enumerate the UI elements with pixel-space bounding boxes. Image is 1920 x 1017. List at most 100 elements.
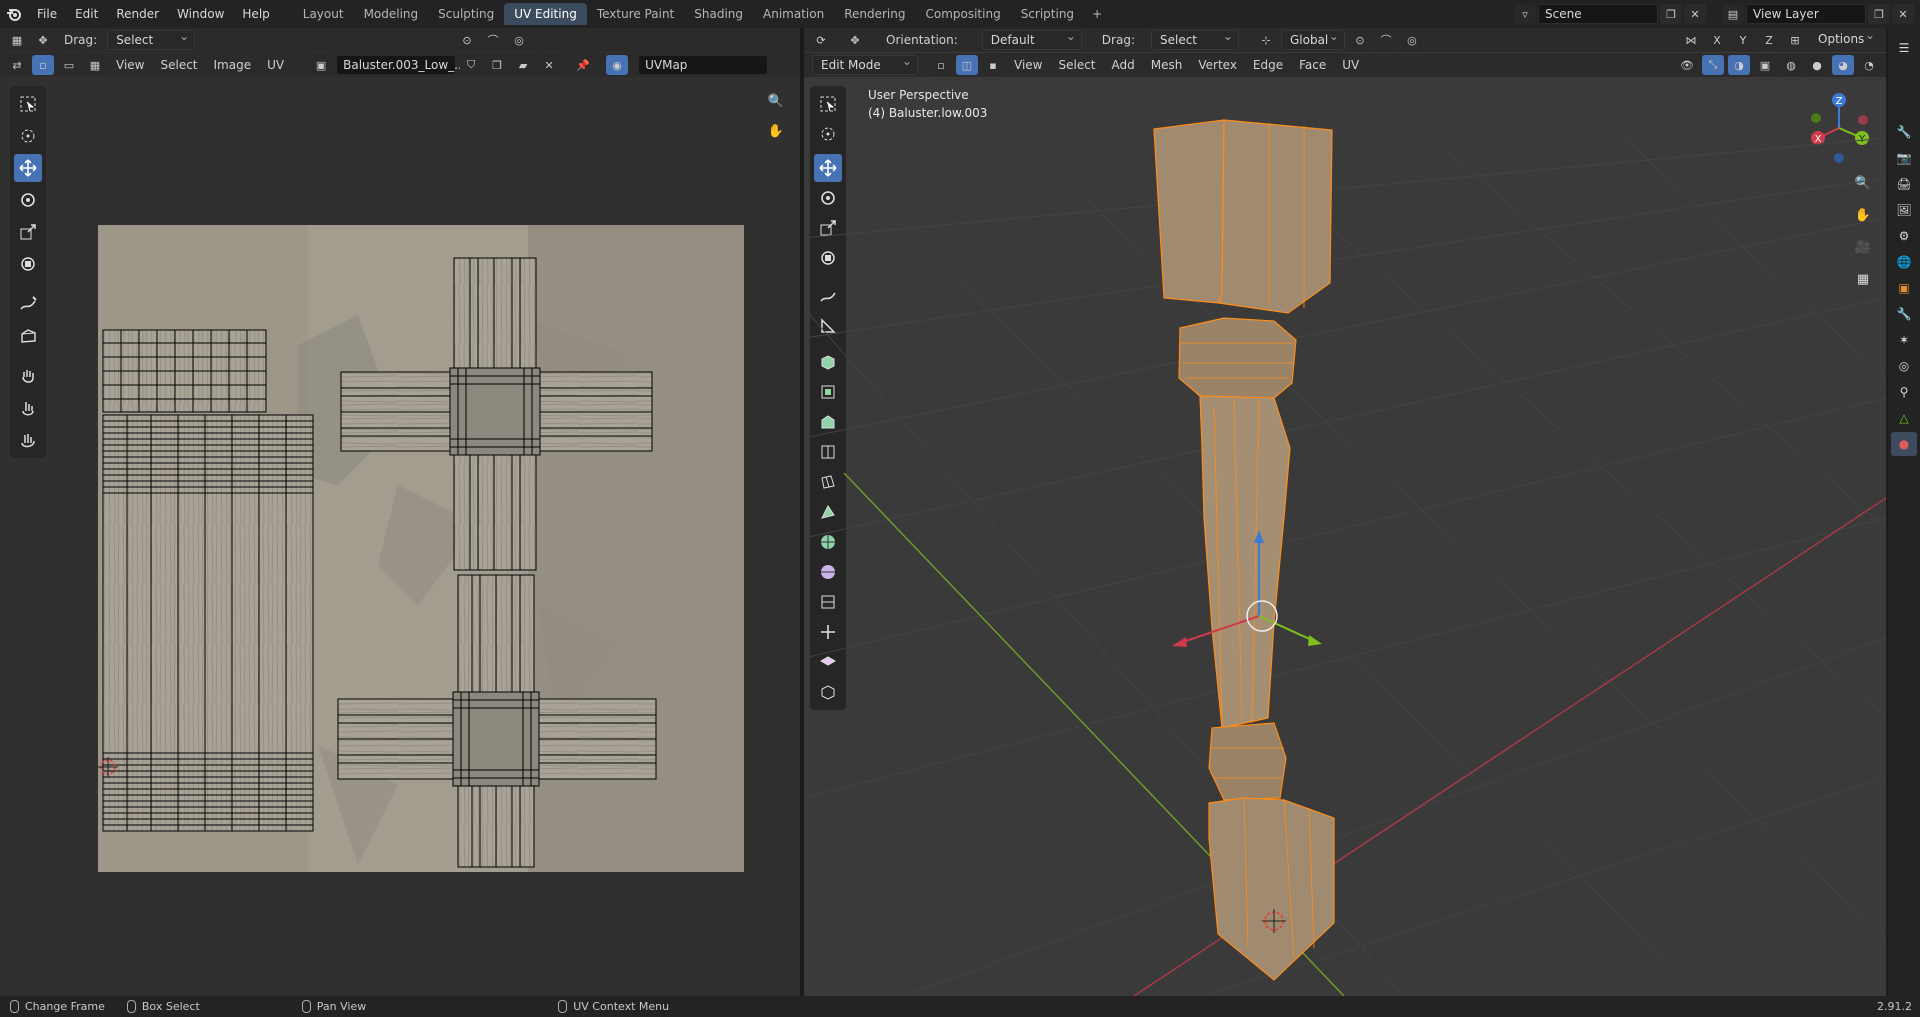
viewport-menu-vertex[interactable]: Vertex (1192, 58, 1243, 72)
rendered-shading-icon[interactable]: ◔ (1858, 55, 1880, 75)
menu-render[interactable]: Render (107, 0, 168, 28)
menu-file[interactable]: File (28, 0, 66, 28)
viewport-proportional-icon[interactable]: ◎ (1400, 30, 1423, 50)
visibility-icon[interactable]: 👁 (1676, 55, 1698, 75)
menu-window[interactable]: Window (168, 0, 233, 28)
overlay-toggle-icon[interactable]: ◑ (1728, 55, 1750, 75)
image-browse-icon[interactable]: ▣ (310, 55, 333, 75)
scale-icon[interactable] (14, 218, 42, 246)
viewport-menu-view[interactable]: View (1008, 58, 1048, 72)
auto-merge-icon[interactable]: ⊞ (1784, 30, 1806, 50)
wireframe-shading-icon[interactable]: ◍ (1780, 55, 1802, 75)
move-icon[interactable] (14, 154, 42, 182)
axis-y-toggle[interactable]: Y (1732, 30, 1754, 50)
viewport-menu-edge[interactable]: Edge (1247, 58, 1289, 72)
scene-browse-icon[interactable]: ▿ (1514, 4, 1536, 24)
viewport-editor-type-icon[interactable]: ⟳ (810, 30, 832, 50)
scene-properties-icon[interactable]: ⚙ (1891, 224, 1917, 248)
material-properties-icon[interactable]: ● (1891, 432, 1917, 456)
zoom-icon[interactable]: 🔍 (763, 88, 789, 114)
annotate-icon[interactable] (14, 290, 42, 318)
tab-compositing[interactable]: Compositing (915, 3, 1010, 25)
uv-menu-view[interactable]: View (110, 58, 150, 72)
view-layer-browse-icon[interactable]: ▤ (1722, 4, 1744, 24)
proportional-icon[interactable]: ◎ (508, 30, 530, 50)
pinch-icon[interactable] (14, 426, 42, 454)
image-close-icon[interactable]: ✕ (538, 55, 561, 75)
modifier-properties-icon[interactable]: 🔧 (1891, 302, 1917, 326)
select-box-icon[interactable] (14, 90, 42, 118)
grab-icon[interactable] (14, 362, 42, 390)
transform-orientation-icon[interactable]: ⊹ (1255, 30, 1277, 50)
viewport-menu-mesh[interactable]: Mesh (1145, 58, 1189, 72)
snap-icon[interactable]: ⌒ (482, 30, 504, 50)
editor-type-icon[interactable]: ▦ (6, 30, 28, 50)
image-open-icon[interactable]: ▰ (512, 55, 535, 75)
viewport-move-tool-icon[interactable]: ✥ (844, 30, 866, 50)
scene-copy-icon[interactable]: ❐ (1660, 4, 1682, 24)
tab-modeling[interactable]: Modeling (354, 3, 429, 25)
output-properties-icon[interactable]: 🖨 (1891, 172, 1917, 196)
scene-field[interactable]: Scene (1538, 4, 1658, 24)
face-select-icon[interactable]: ▪ (982, 55, 1004, 75)
menu-help[interactable]: Help (233, 0, 278, 28)
pivot-icon[interactable]: ⊙ (456, 30, 478, 50)
physics-properties-icon[interactable]: ◎ (1891, 354, 1917, 378)
view-layer-properties-icon[interactable]: 🖼 (1891, 198, 1917, 222)
mirror-icon[interactable]: ⋈ (1680, 30, 1702, 50)
add-workspace-button[interactable]: + (1084, 3, 1110, 25)
uv-drag-dropdown[interactable]: Select Box (107, 27, 196, 65)
scene-close-icon[interactable]: ✕ (1684, 4, 1706, 24)
cursor-icon[interactable] (14, 122, 42, 150)
uv-sticky-icon[interactable]: ▦ (84, 55, 106, 75)
transform-orientation-dropdown[interactable]: Global (1280, 27, 1345, 50)
tab-rendering[interactable]: Rendering (834, 3, 915, 25)
rip-region-icon[interactable] (14, 322, 42, 350)
tab-animation[interactable]: Animation (753, 3, 834, 25)
options-dropdown[interactable]: Options (1810, 26, 1880, 50)
xray-icon[interactable]: ▣ (1754, 55, 1776, 75)
tool-properties-icon[interactable]: 🔧 (1891, 120, 1917, 144)
viewport-menu-add[interactable]: Add (1106, 58, 1141, 72)
image-new-icon[interactable]: ❐ (486, 55, 509, 75)
tab-uv-editing[interactable]: UV Editing (504, 3, 587, 25)
uv-texture-canvas[interactable] (98, 225, 744, 872)
uv-edge-mode-icon[interactable]: ▭ (58, 55, 80, 75)
gizmo-toggle-icon[interactable]: ⤡ (1702, 55, 1724, 75)
object-properties-icon[interactable]: ▣ (1891, 276, 1917, 300)
material-shading-icon[interactable]: ◕ (1832, 55, 1854, 75)
uvmap-field[interactable]: UVMap (638, 55, 769, 75)
image-fake-user-icon[interactable]: ⛉ (460, 55, 483, 75)
data-properties-icon[interactable]: △ (1891, 406, 1917, 430)
axis-x-toggle[interactable]: X (1706, 30, 1728, 50)
transform-icon[interactable] (14, 250, 42, 278)
tab-scripting[interactable]: Scripting (1011, 3, 1084, 25)
view-layer-field[interactable]: View Layer (1746, 4, 1866, 24)
outliner-icon[interactable]: ☰ (1891, 36, 1917, 60)
uv-vertex-mode-icon[interactable]: ▫ (32, 55, 54, 75)
tab-layout[interactable]: Layout (293, 3, 354, 25)
image-name-field[interactable]: Baluster.003_Low_... (336, 55, 466, 75)
viewport-scene[interactable] (804, 78, 1886, 996)
menu-edit[interactable]: Edit (66, 0, 107, 28)
pan-hand-icon[interactable]: ✋ (763, 118, 789, 144)
axis-z-toggle[interactable]: Z (1758, 30, 1780, 50)
rotate-icon[interactable] (14, 186, 42, 214)
mode-dropdown[interactable]: Edit Mode (812, 52, 918, 75)
uv-overlay-icon[interactable]: ◉ (606, 55, 629, 75)
blender-logo-icon[interactable] (0, 0, 28, 28)
viewport-snap-icon[interactable]: ⌒ (1374, 30, 1397, 50)
orientation-dropdown[interactable]: Default (981, 27, 1082, 50)
move-tool-icon[interactable]: ✥ (32, 30, 54, 50)
uv-sync-icon[interactable]: ⇄ (6, 55, 28, 75)
tab-shading[interactable]: Shading (684, 3, 753, 25)
uv-menu-image[interactable]: Image (208, 58, 258, 72)
uv-menu-select[interactable]: Select (154, 58, 203, 72)
viewport-drag-dropdown[interactable]: Select Box (1150, 27, 1239, 65)
solid-shading-icon[interactable]: ● (1806, 55, 1828, 75)
tab-texture-paint[interactable]: Texture Paint (587, 3, 684, 25)
world-properties-icon[interactable]: 🌐 (1891, 250, 1917, 274)
relax-icon[interactable] (14, 394, 42, 422)
render-properties-icon[interactable]: 📷 (1891, 146, 1917, 170)
view-layer-close-icon[interactable]: ✕ (1892, 4, 1914, 24)
